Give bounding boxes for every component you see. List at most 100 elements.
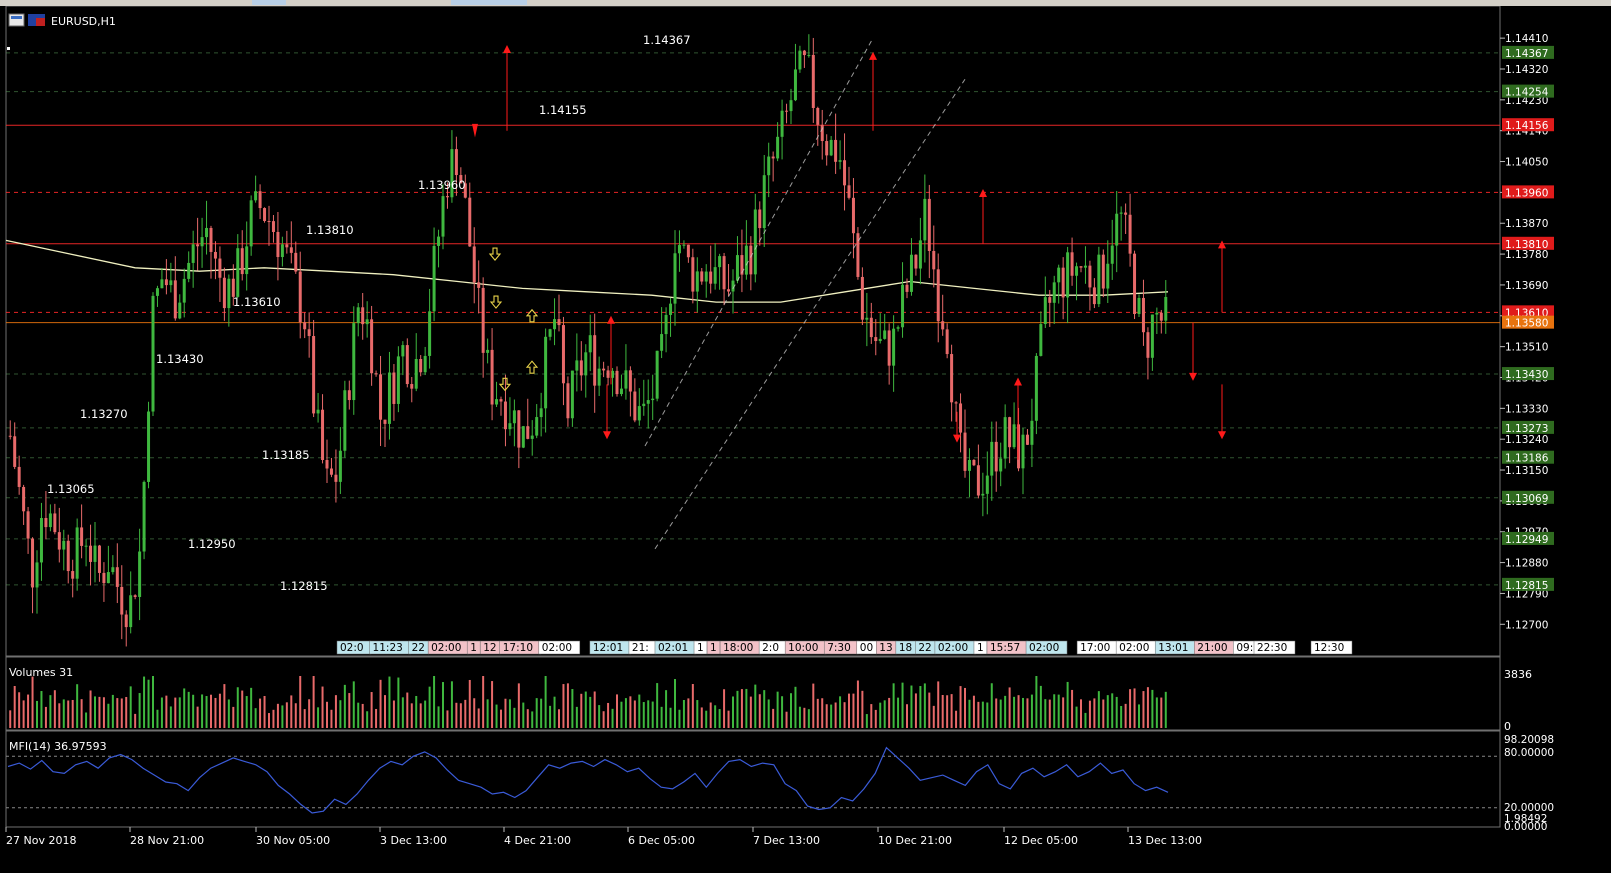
candle-body	[1061, 267, 1065, 298]
candle-body	[1034, 355, 1038, 421]
x-tick-label: 30 Nov 05:00	[256, 834, 330, 847]
candle-body	[31, 538, 35, 588]
chart-window[interactable]: EURUSD,H1 1.14367 1.14155 1.13960 1.13810 1.…	[0, 6, 1611, 873]
candle-body	[200, 237, 204, 247]
candle-body	[307, 329, 311, 337]
toolbar-tab[interactable]	[252, 0, 286, 5]
candle-body	[155, 288, 159, 296]
candle-body	[1115, 213, 1119, 246]
time-marker-label: 22:30	[1257, 642, 1287, 654]
volume-pane-frame	[5, 656, 1501, 731]
candle-body	[472, 246, 476, 283]
arrow-up-icon	[607, 315, 615, 324]
candle-body	[410, 384, 414, 389]
toolbar-tab[interactable]	[451, 0, 527, 5]
candle-body	[182, 278, 186, 303]
candle-body	[887, 330, 891, 366]
mfi-axis-label: 80.00000	[1504, 747, 1554, 759]
candle-body	[851, 197, 855, 234]
candle-body	[619, 388, 623, 395]
candle-body	[432, 245, 436, 312]
candle-body	[642, 403, 646, 407]
arrow-down-icon	[472, 123, 478, 138]
candle-body	[66, 540, 70, 572]
candle-body	[445, 196, 449, 198]
candle-body	[713, 267, 717, 284]
price-annotation: 1.14155	[539, 103, 587, 117]
volume-label: Volumes 31	[9, 666, 73, 679]
time-marker-label: 02:00	[542, 642, 572, 654]
candle-body	[294, 252, 298, 272]
candle-body	[1141, 297, 1145, 333]
price-annotation: 1.13185	[262, 448, 310, 462]
x-tick-label: 27 Nov 2018	[6, 834, 76, 847]
candle-body	[133, 595, 137, 597]
candle-body	[981, 493, 985, 496]
candle-body	[205, 227, 209, 238]
candle-body	[615, 370, 619, 395]
candle-body	[495, 399, 499, 405]
candle-body	[22, 486, 26, 512]
candle-body	[624, 370, 628, 389]
candle-body	[486, 349, 490, 353]
y-tick-label: 1.13240	[1505, 434, 1548, 446]
candle-body	[258, 191, 262, 209]
candle-body	[901, 284, 905, 328]
price-annotation: 1.12815	[280, 579, 328, 593]
candle-body	[285, 244, 289, 248]
flag-icon	[28, 14, 45, 26]
candle-body	[84, 545, 88, 547]
candle-body	[316, 409, 320, 414]
arrow-down-icon	[603, 431, 611, 440]
time-marker-label: 12:01	[593, 642, 623, 654]
candle-body	[499, 399, 503, 402]
arrow-up-icon	[1014, 377, 1022, 386]
candle-body	[744, 245, 748, 275]
candle-body	[1012, 424, 1016, 448]
candle-body	[945, 329, 949, 355]
candle-body	[93, 545, 97, 562]
x-tick-label: 12 Dec 05:00	[1004, 834, 1078, 847]
candle-body	[414, 358, 418, 389]
time-marker-label: 15:57	[990, 642, 1020, 654]
candle-body	[865, 317, 869, 320]
candle-body	[17, 466, 21, 487]
y-tick-label: 1.13690	[1505, 280, 1548, 292]
candle-body	[1003, 417, 1007, 459]
candle-body	[343, 390, 347, 451]
candle-body	[97, 545, 101, 573]
candle-body	[173, 280, 177, 319]
candle-body	[584, 352, 588, 376]
candle-body	[695, 271, 699, 292]
candle-body	[138, 551, 142, 597]
candle-body	[13, 436, 17, 467]
candle-body	[1039, 324, 1043, 356]
candle-body	[338, 450, 342, 482]
arrow-up-icon	[1218, 240, 1226, 249]
candle-body	[637, 406, 641, 421]
candle-body	[923, 198, 927, 241]
time-marker-label: 02:00	[1029, 642, 1059, 654]
price-annotation: 1.13610	[233, 295, 281, 309]
candle-body	[825, 141, 829, 156]
window-icon[interactable]	[8, 13, 25, 27]
price-annotation: 1.12950	[188, 537, 236, 551]
candle-body	[972, 459, 976, 466]
candle-body	[597, 368, 601, 386]
arrow-down-icon	[1189, 372, 1197, 381]
chart-canvas[interactable]: EURUSD,H1 1.143671.141551.139601.138101.…	[0, 6, 1611, 873]
candle-body	[651, 398, 655, 401]
candle-body	[1101, 254, 1105, 289]
candle-body	[847, 185, 851, 198]
candle-body	[62, 540, 66, 550]
y-tick-label: 1.14320	[1505, 64, 1548, 76]
price-tag-label: 1.12949	[1505, 534, 1548, 546]
candle-body	[1106, 263, 1110, 289]
candle-body	[936, 269, 940, 322]
price-annotation: 1.13430	[156, 352, 204, 366]
candle-body	[213, 251, 217, 259]
candle-body	[352, 323, 356, 401]
candle-body	[71, 571, 75, 579]
candle-body	[481, 287, 485, 353]
candle-body	[927, 198, 931, 251]
